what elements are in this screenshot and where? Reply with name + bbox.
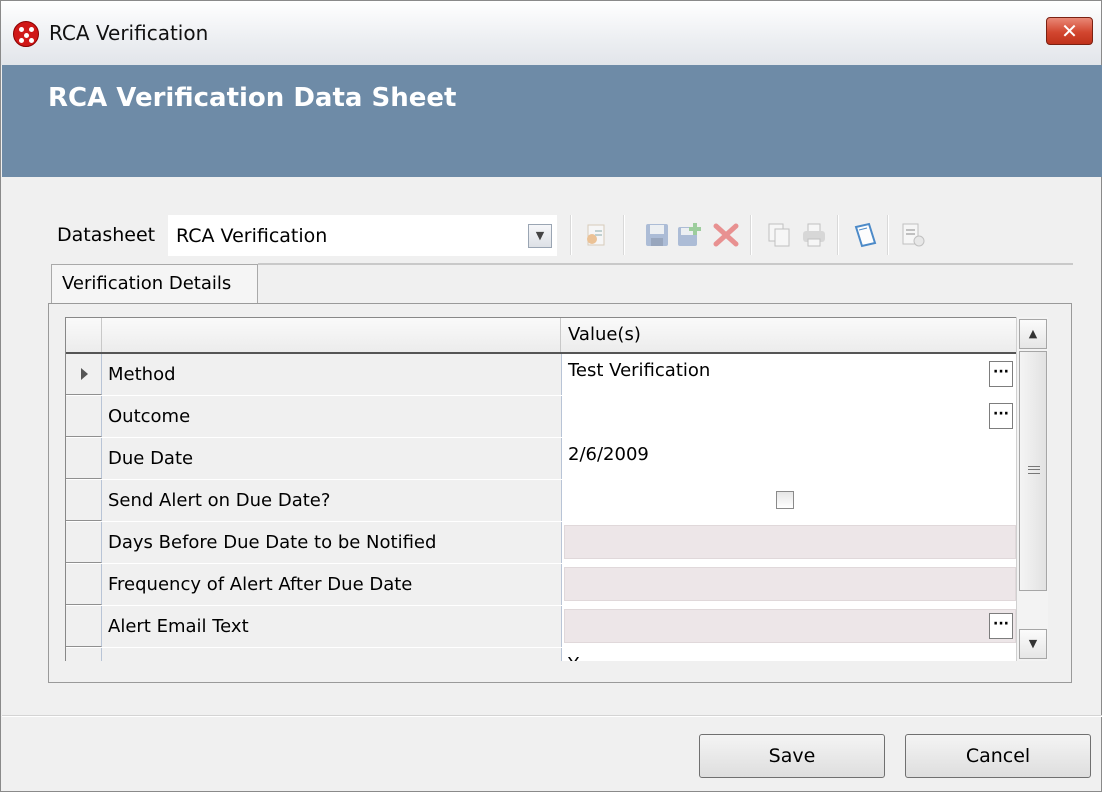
- page-title: RCA Verification Data Sheet: [48, 83, 457, 113]
- row-selector[interactable]: [66, 522, 102, 563]
- grid-header: Value(s): [66, 318, 1016, 354]
- field-name-cell: Method: [102, 354, 562, 395]
- toolbar-separator: [750, 215, 752, 255]
- toolbar-separator: [570, 215, 572, 255]
- row-selector[interactable]: [66, 396, 102, 437]
- field-name: Frequency of Alert After Due Date: [108, 574, 413, 595]
- row-selector[interactable]: [66, 648, 102, 661]
- chevron-down-icon[interactable]: ▼: [528, 224, 552, 248]
- field-name-cell: Outcome: [102, 396, 562, 437]
- tab-verification-details[interactable]: Verification Details: [51, 264, 258, 304]
- window-title: RCA Verification: [49, 21, 209, 45]
- datasheet-label: Datasheet: [57, 224, 156, 246]
- print-icon[interactable]: [800, 221, 828, 249]
- app-icon: [13, 21, 39, 47]
- table-row[interactable]: Days Before Due Date to be Notified: [66, 522, 1016, 563]
- toolbar-separator: [623, 215, 625, 255]
- field-name: Method: [108, 364, 176, 385]
- tab-label: Verification Details: [62, 273, 232, 294]
- header-value-cell: Value(s): [562, 318, 1016, 352]
- ellipsis-button[interactable]: ···: [989, 403, 1013, 429]
- datasheet-selected-value: RCA Verification: [176, 225, 328, 247]
- close-button[interactable]: ✕: [1046, 17, 1093, 45]
- field-value: Y: [568, 654, 579, 661]
- send-alert-checkbox[interactable]: [776, 491, 794, 509]
- datasheet-select[interactable]: RCA Verification ▼: [168, 215, 557, 256]
- scroll-up-button[interactable]: ▲: [1019, 319, 1047, 349]
- cancel-button[interactable]: Cancel: [905, 734, 1091, 778]
- disabled-value-box: [564, 609, 1016, 643]
- header-field-cell: [102, 318, 561, 352]
- reference-document-icon[interactable]: [851, 221, 879, 249]
- field-name: Send Alert on Due Date?: [108, 490, 331, 511]
- header-selector-cell: [66, 318, 102, 352]
- toolbar-separator: [837, 215, 839, 255]
- copy-icon[interactable]: [765, 221, 793, 249]
- field-name: Due Date: [108, 448, 194, 469]
- send-alert-field[interactable]: [562, 480, 1016, 521]
- header-band: RCA Verification Data Sheet: [2, 65, 1102, 177]
- frequency-field: [562, 564, 1016, 605]
- table-row[interactable]: Due Date 2/6/2009: [66, 438, 1016, 479]
- field-name-cell: [102, 648, 562, 661]
- vertical-scrollbar[interactable]: ▲ ▼: [1016, 317, 1048, 661]
- save-and-new-icon[interactable]: [676, 221, 704, 249]
- field-name: Alert Email Text: [108, 616, 249, 637]
- field-value: 2/6/2009: [568, 444, 649, 465]
- tab-strip-line: [258, 263, 1073, 265]
- row-selector[interactable]: [66, 354, 102, 395]
- outcome-field[interactable]: ···: [562, 396, 1016, 437]
- disabled-value-box: [564, 525, 1016, 559]
- row-selector[interactable]: [66, 480, 102, 521]
- scroll-thumb[interactable]: [1019, 351, 1047, 591]
- field-name: Outcome: [108, 406, 191, 427]
- row-selector[interactable]: [66, 606, 102, 647]
- field-name-cell: Send Alert on Due Date?: [102, 480, 562, 521]
- alert-email-text-field: ···: [562, 606, 1016, 647]
- row-selector[interactable]: [66, 564, 102, 605]
- field-name-cell: Frequency of Alert After Due Date: [102, 564, 562, 605]
- title-bar: RCA Verification ✕: [1, 1, 1101, 65]
- table-row[interactable]: Outcome ···: [66, 396, 1016, 437]
- method-field[interactable]: Test Verification ···: [562, 354, 1016, 395]
- table-row[interactable]: Method Test Verification ···: [66, 354, 1016, 395]
- table-row[interactable]: Y: [66, 648, 1016, 661]
- grip-icon: [1028, 466, 1040, 474]
- property-grid: Value(s) Method Test Verification ··· Ou…: [65, 317, 1016, 661]
- field-name-cell: Days Before Due Date to be Notified: [102, 522, 562, 563]
- toolbar-separator: [887, 215, 889, 255]
- current-row-arrow-icon: [81, 368, 88, 380]
- disabled-value-box: [564, 567, 1016, 601]
- table-row[interactable]: Alert Email Text ···: [66, 606, 1016, 647]
- scroll-down-button[interactable]: ▼: [1019, 629, 1047, 659]
- ellipsis-button[interactable]: ···: [989, 361, 1013, 387]
- field-name-cell: Due Date: [102, 438, 562, 479]
- save-button[interactable]: Save: [699, 734, 885, 778]
- associated-pages-icon[interactable]: [899, 221, 927, 249]
- row-selector[interactable]: [66, 438, 102, 479]
- partial-row-field[interactable]: Y: [562, 648, 1016, 661]
- field-name: Days Before Due Date to be Notified: [108, 532, 437, 553]
- ellipsis-button[interactable]: ···: [989, 613, 1013, 639]
- days-before-field: [562, 522, 1016, 563]
- field-name-cell: Alert Email Text: [102, 606, 562, 647]
- footer-divider: [2, 715, 1102, 717]
- delete-icon[interactable]: [712, 221, 740, 249]
- due-date-field[interactable]: 2/6/2009: [562, 438, 1016, 479]
- dialog-window: RCA Verification ✕ RCA Verification Data…: [0, 0, 1102, 792]
- save-icon[interactable]: [643, 221, 671, 249]
- table-row[interactable]: Send Alert on Due Date?: [66, 480, 1016, 521]
- table-row[interactable]: Frequency of Alert After Due Date: [66, 564, 1016, 605]
- new-record-icon[interactable]: [583, 221, 611, 249]
- field-value: Test Verification: [568, 360, 711, 381]
- value-column-header: Value(s): [568, 324, 641, 345]
